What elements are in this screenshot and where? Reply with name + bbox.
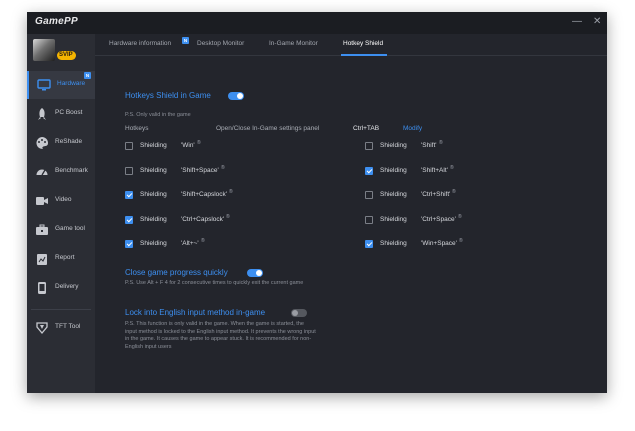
sidebar: SVIP Hardware N PC Boost ReShade Benchma… [27,34,95,393]
active-tab-indicator [341,54,387,56]
report-icon [37,254,47,265]
camera-icon [36,197,48,205]
registered-mark-icon: ® [229,189,233,195]
hotkey-shield-title: Hotkeys Shield in Game [125,91,211,100]
lock-english-toggle[interactable] [291,309,307,317]
sidebar-item-label: Video [55,196,72,203]
sidebar-item-label: Report [55,254,75,261]
tab-in-game-monitor[interactable]: In-Game Monitor [269,40,318,47]
shield-checkbox[interactable] [365,166,373,175]
gauge-icon [36,169,48,176]
shielding-label: Shielding [380,166,407,174]
shield-checkbox[interactable] [125,142,133,150]
shield-checkbox[interactable] [365,191,373,199]
modify-link[interactable]: Modify [403,125,422,132]
close-game-note: P.S. Use Alt + F 4 for 2 consecutive tim… [125,280,304,286]
shielding-label: Shielding [140,166,167,174]
shield-hotkey-label: 'Win' [181,142,195,149]
panel-label: Open/Close In-Game settings panel [216,125,320,132]
shield-hotkey-label: 'Ctrl+Shift' [421,191,451,198]
registered-mark-icon: ® [458,213,462,220]
toolbox-icon [36,224,48,235]
registered-mark-icon: ® [226,213,230,220]
tab-hotkey-shield[interactable]: Hotkey Shield [343,40,383,47]
panel-hotkey-value: Ctrl+TAB [353,125,380,132]
sidebar-item-game-tool[interactable]: Game tool [27,216,95,244]
shield-hotkey-label: 'Win+Space' [421,240,457,247]
registered-mark-icon: ® [459,238,463,244]
avatar[interactable] [33,39,55,61]
tab-desktop-monitor[interactable]: Desktop Monitor [197,40,244,47]
shield-hotkey-label: 'Ctrl+Capslock' [181,215,225,223]
shield-hotkey-label: 'Alt+~' [181,240,199,247]
phone-icon [38,282,46,294]
shield-checkbox[interactable] [125,240,133,248]
registered-mark-icon: ® [439,140,443,146]
sidebar-item-hardware[interactable]: Hardware N [27,71,95,99]
close-game-toggle[interactable] [247,269,263,277]
sidebar-item-label: Delivery [55,283,79,290]
sidebar-item-label: TFT Tool [55,323,81,330]
new-badge: N [182,37,189,44]
registered-mark-icon: ® [452,189,456,195]
shielding-label: Shielding [380,240,407,247]
app-logo: GamePP [35,16,78,27]
registered-mark-icon: ® [201,238,205,244]
shield-checkbox[interactable] [365,240,373,248]
close-icon[interactable]: ✕ [593,16,601,28]
sidebar-item-label: Hardware [57,80,86,87]
sidebar-item-report[interactable]: Report [27,245,95,273]
lock-english-note: P.S. This function is only valid in the … [125,321,316,350]
rocket-icon [38,108,46,120]
shielding-label: Shielding [380,191,407,198]
sidebar-item-video[interactable]: Video [27,187,95,215]
shield-checkbox[interactable] [365,215,373,224]
tab-hardware-information[interactable]: Hardware information [109,40,171,47]
shield-checkbox[interactable] [365,142,373,150]
registered-mark-icon: ® [450,164,454,171]
sidebar-item-reshade[interactable]: ReShade [27,129,95,157]
shielding-label: Shielding [140,240,167,247]
hotkey-shield-note: P.S. Only valid in the game [125,112,191,118]
sidebar-item-benchmark[interactable]: Benchmark [27,158,95,186]
tab-bar: Hardware information N Desktop Monitor I… [95,34,607,56]
close-game-title: Close game progress quickly [125,268,228,277]
new-badge: N [84,72,91,79]
shielding-label: Shielding [380,142,407,149]
sidebar-item-label: PC Boost [55,109,83,116]
registered-mark-icon: ® [221,164,225,171]
shield-checkbox[interactable] [125,215,133,224]
sidebar-item-tft-tool[interactable]: TFT Tool [27,314,95,342]
shield-hotkey-label: 'Shift+Alt' [421,166,448,174]
title-bar: GamePP — ✕ [27,12,607,34]
hotkey-shield-toggle[interactable] [228,92,244,100]
tft-icon [36,322,48,335]
sidebar-item-label: ReShade [55,138,83,145]
sidebar-item-label: Game tool [55,225,85,232]
shield-checkbox[interactable] [125,191,133,199]
shielding-label: Shielding [140,191,167,198]
shielding-label: Shielding [140,142,167,149]
shield-checkbox[interactable] [125,166,133,175]
sidebar-item-delivery[interactable]: Delivery [27,274,95,302]
lock-english-title: Lock into English input method in-game [125,308,266,317]
shield-hotkey-label: 'Ctrl+Space' [421,215,456,223]
hotkeys-label: Hotkeys [125,125,149,132]
shielding-label: Shielding [380,215,407,223]
monitor-icon [37,79,51,91]
minimize-icon[interactable]: — [572,16,582,28]
shield-hotkey-label: 'Shift+Capslock' [181,191,228,198]
shield-hotkey-label: 'Shift' [421,142,437,149]
shield-hotkey-label: 'Shift+Space' [181,166,219,174]
sidebar-item-label: Benchmark [55,167,88,174]
shielding-label: Shielding [140,215,167,223]
sidebar-item-pc-boost[interactable]: PC Boost [27,100,95,128]
main-panel: Hardware information N Desktop Monitor I… [95,34,607,393]
app-window: GamePP — ✕ SVIP Hardware N PC Boost ReSh… [27,12,607,393]
registered-mark-icon: ® [197,140,201,146]
palette-icon [36,137,49,150]
vip-badge: SVIP [57,51,76,60]
sidebar-divider [31,309,91,310]
